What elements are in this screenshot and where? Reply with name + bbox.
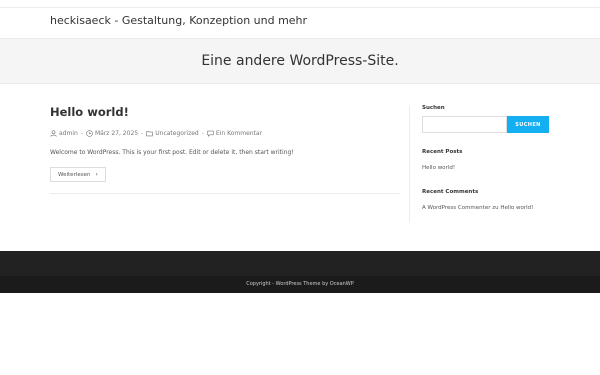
comment-author-link[interactable]: A WordPress Commenter bbox=[422, 205, 490, 211]
footer-widgets-area bbox=[0, 251, 600, 276]
site-tagline: Eine andere WordPress-Site. bbox=[201, 53, 399, 69]
read-more-button[interactable]: Weiterlesen › bbox=[50, 167, 106, 182]
search-button[interactable]: SUCHEN bbox=[507, 116, 549, 133]
page-header-banner: Eine andere WordPress-Site. bbox=[0, 38, 600, 84]
meta-separator: - bbox=[201, 129, 204, 137]
post-author-link[interactable]: admin bbox=[59, 130, 78, 137]
recent-comments-title: Recent Comments bbox=[422, 189, 479, 195]
search-form: SUCHEN bbox=[422, 116, 549, 133]
comment-post-link[interactable]: Hello world! bbox=[500, 205, 533, 211]
site-header: heckisaeck - Gestaltung, Konzeption und … bbox=[0, 8, 600, 38]
meta-separator: - bbox=[141, 129, 144, 137]
post-title-link[interactable]: Hello world! bbox=[50, 105, 400, 119]
meta-separator: - bbox=[80, 129, 83, 137]
copyright-text: Copyright - WordPress Theme by OceanWP bbox=[246, 281, 354, 287]
post-category-link[interactable]: Uncategorized bbox=[155, 130, 198, 137]
chevron-right-icon: › bbox=[95, 171, 98, 178]
recent-post-link[interactable]: Hello world! bbox=[422, 165, 455, 171]
recent-comments-widget: Recent Comments A WordPress Commenter zu… bbox=[422, 189, 533, 211]
search-input[interactable] bbox=[422, 116, 507, 133]
recent-posts-title: Recent Posts bbox=[422, 149, 463, 155]
post-comments-link[interactable]: Ein Kommentar bbox=[216, 130, 262, 137]
search-widget-title: Suchen bbox=[422, 105, 445, 111]
comment-icon bbox=[207, 130, 214, 137]
post-meta: admin - März 27, 2025 - Uncategorized - … bbox=[50, 128, 262, 138]
user-icon bbox=[50, 129, 57, 137]
sidebar: Suchen SUCHEN Recent Posts Hello world! … bbox=[422, 105, 572, 211]
site-title-link[interactable]: heckisaeck - Gestaltung, Konzeption und … bbox=[50, 14, 307, 27]
post-date: März 27, 2025 bbox=[94, 129, 139, 137]
comment-connector: zu bbox=[492, 205, 499, 211]
recent-comment-item: A WordPress Commenter zu Hello world! bbox=[422, 205, 533, 211]
blog-post-entry: Hello world! admin - März 27, 2025 - Unc… bbox=[50, 105, 400, 182]
footer-bottom: Copyright - WordPress Theme by OceanWP bbox=[0, 276, 600, 293]
post-divider bbox=[50, 193, 400, 194]
folder-icon bbox=[146, 130, 154, 136]
top-bar bbox=[0, 0, 600, 8]
post-excerpt: Welcome to WordPress. This is your first… bbox=[50, 149, 294, 156]
recent-posts-widget: Recent Posts Hello world! bbox=[422, 149, 463, 171]
clock-icon bbox=[86, 129, 93, 137]
read-more-label: Weiterlesen bbox=[58, 171, 91, 178]
sidebar-divider bbox=[409, 105, 410, 223]
